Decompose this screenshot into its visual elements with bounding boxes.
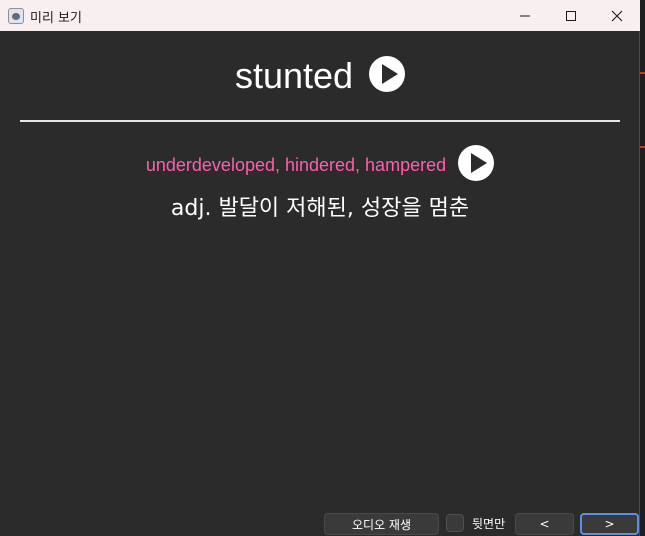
synonyms-text: underdeveloped, hindered, hampered: [145, 154, 447, 175]
window-title: 미리 보기: [30, 11, 82, 26]
next-button[interactable]: >: [580, 513, 639, 535]
minimize-button[interactable]: [502, 0, 548, 31]
maximize-button[interactable]: [548, 0, 594, 31]
meaning-text: adj. 발달이 저해된, 성장을 멈춘: [170, 196, 470, 221]
app-icon: [8, 8, 24, 24]
back-only-label: 뒷면만: [472, 517, 506, 531]
close-button[interactable]: [594, 0, 640, 31]
background-window-edge: [640, 0, 645, 536]
maximize-icon: [566, 10, 576, 21]
synonyms-row: underdeveloped, hindered, hampered: [0, 145, 640, 185]
word-row: stunted: [0, 52, 640, 100]
play-audio-button[interactable]: 오디오 재생: [324, 513, 439, 535]
minimize-icon: [520, 15, 530, 16]
preview-window: 미리 보기 stunted underdeveloped, hindered, …: [0, 0, 640, 536]
card-word: stunted: [234, 55, 354, 96]
play-synonyms-audio-button[interactable]: [458, 145, 495, 185]
title-bar[interactable]: 미리 보기: [0, 0, 640, 31]
previous-button[interactable]: <: [515, 513, 574, 535]
play-icon: [369, 56, 406, 92]
back-only-checkbox[interactable]: [446, 514, 464, 532]
close-icon: [611, 10, 623, 21]
play-icon: [458, 145, 495, 181]
divider: [20, 120, 620, 122]
play-word-audio-button[interactable]: [369, 56, 406, 96]
